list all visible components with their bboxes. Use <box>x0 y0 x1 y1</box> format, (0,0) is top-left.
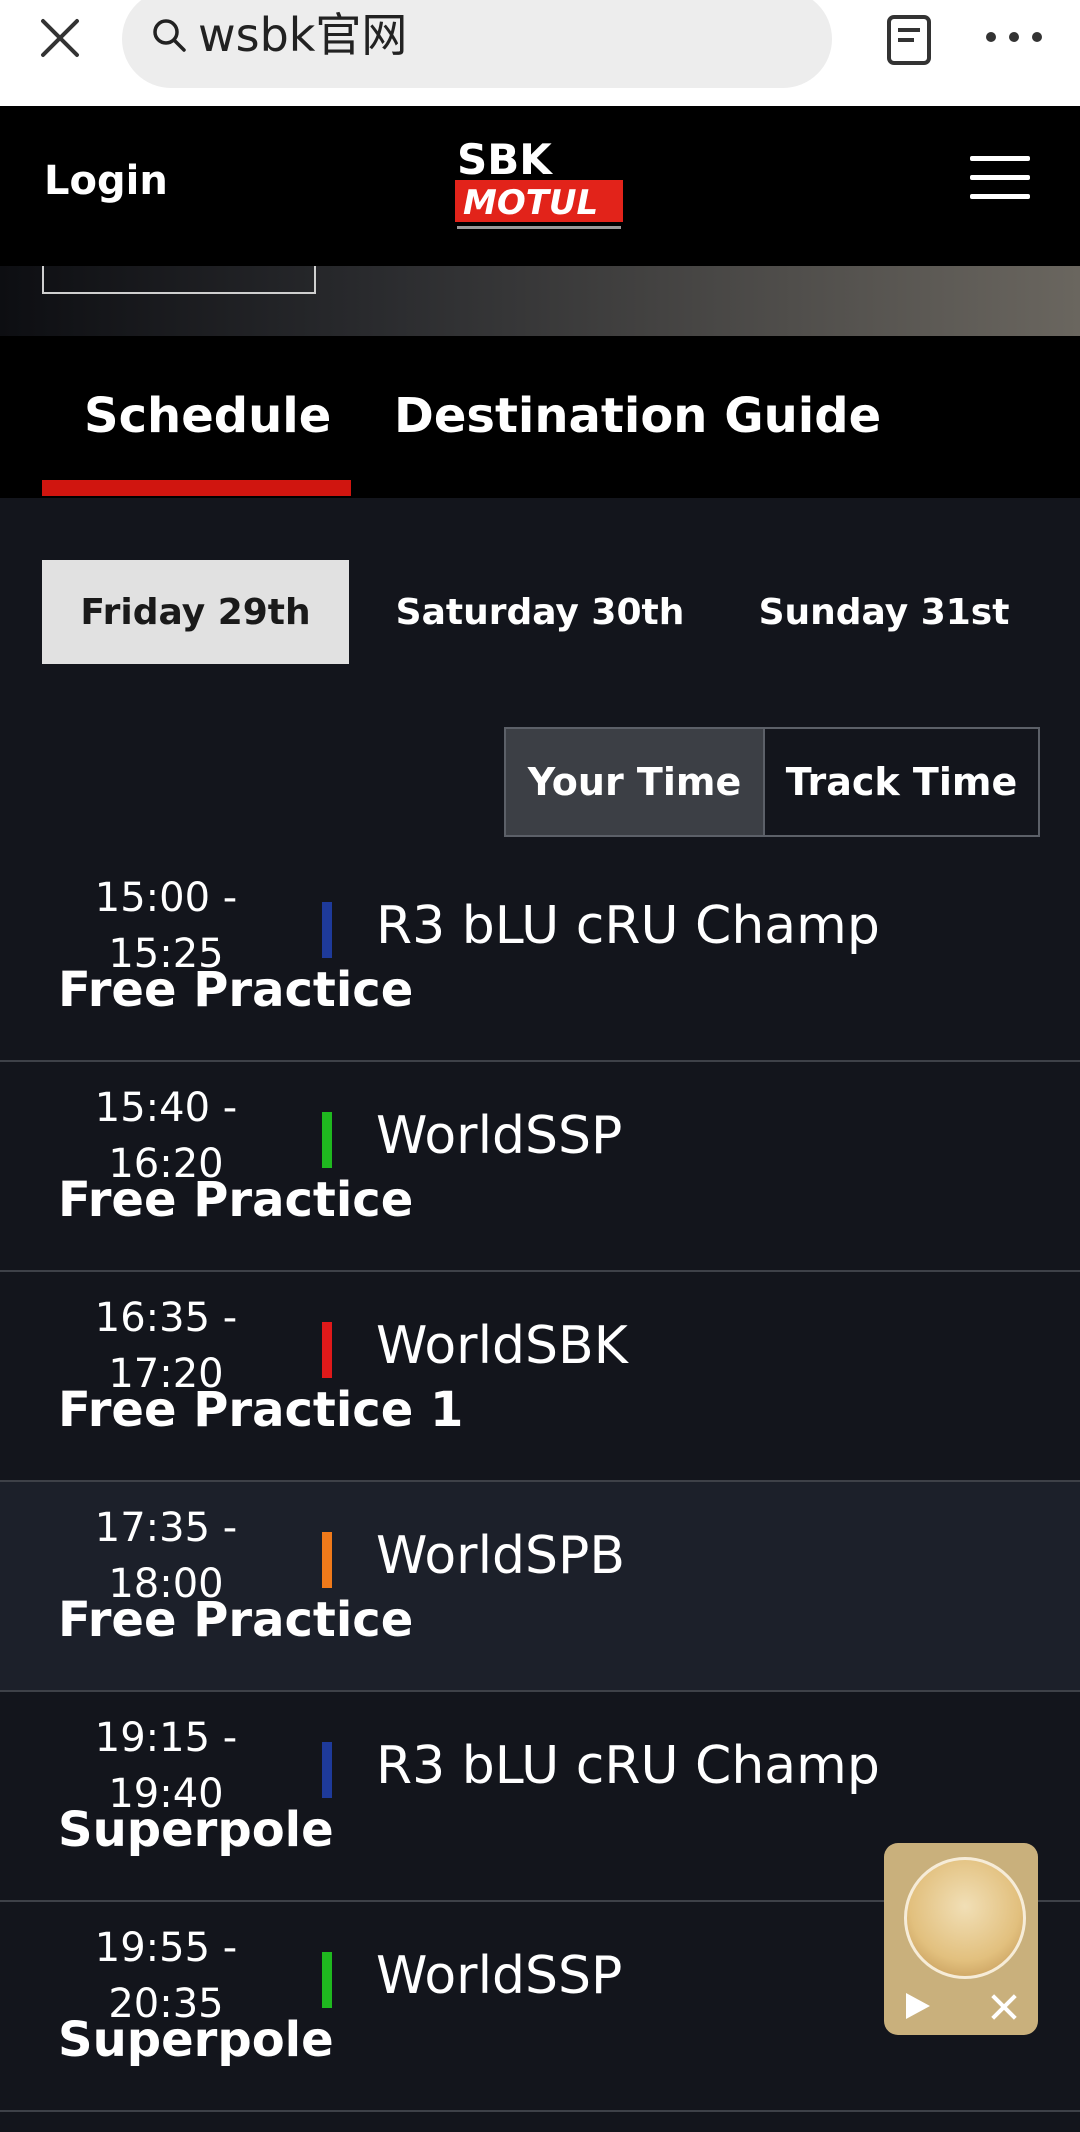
series-name: R3 bLU cRU Champ <box>376 1736 880 1796</box>
series-name: WorldSSP <box>376 1946 623 2006</box>
series-name: WorldSPB <box>376 1526 626 1586</box>
series-color-bar <box>322 1322 332 1378</box>
active-tab-indicator <box>42 480 351 496</box>
search-icon <box>153 19 186 52</box>
series-color-bar <box>322 1742 332 1798</box>
session-name: Free Practice <box>58 962 414 1018</box>
session-time-start: 19:15 - <box>94 1715 238 1761</box>
floating-media-widget[interactable] <box>884 1843 1038 2035</box>
session-name: Free Practice <box>58 1592 414 1648</box>
session-time-start: 16:35 - <box>94 1295 238 1341</box>
schedule-row[interactable]: 15:40 - 16:20 WorldSSP Free Practice <box>0 1062 1080 1272</box>
series-name: WorldSSP <box>376 1106 623 1166</box>
hamburger-menu-icon[interactable] <box>970 156 1030 202</box>
address-bar[interactable]: wsbk官网 <box>122 0 832 88</box>
session-time-start: 15:00 - <box>94 875 238 921</box>
series-name: R3 bLU cRU Champ <box>376 896 880 956</box>
login-link[interactable]: Login <box>44 158 168 204</box>
logo-sbk-text: SBK <box>457 136 553 184</box>
series-color-bar <box>322 1952 332 2008</box>
day-saturday[interactable]: Saturday 30th <box>370 560 710 664</box>
tabs-bar: Schedule Destination Guide <box>0 336 1080 498</box>
schedule-row[interactable]: 15:00 - 15:25 R3 bLU cRU Champ Free Prac… <box>0 852 1080 1062</box>
session-name: Superpole <box>58 2012 334 2068</box>
site-header: Login SBK MOTUL <box>0 106 1080 266</box>
track-time-button[interactable]: Track Time <box>763 729 1038 835</box>
series-name: WorldSBK <box>376 1316 628 1376</box>
media-thumbnail[interactable] <box>904 1857 1026 1979</box>
series-color-bar <box>322 902 332 958</box>
browser-toolbar: wsbk官网 <box>0 0 1080 106</box>
address-text: wsbk官网 <box>198 8 408 62</box>
session-time-start: 17:35 - <box>94 1505 238 1551</box>
your-time-button[interactable]: Your Time <box>506 729 764 835</box>
more-options-icon[interactable] <box>984 30 1044 44</box>
reader-mode-icon[interactable] <box>886 14 932 66</box>
series-color-bar <box>322 1112 332 1168</box>
tab-destination-guide[interactable]: Destination Guide <box>394 388 881 444</box>
hero-image <box>0 266 1080 336</box>
sbk-motul-logo[interactable]: SBK MOTUL <box>455 136 623 234</box>
close-icon[interactable] <box>38 16 82 60</box>
tab-schedule[interactable]: Schedule <box>84 388 331 444</box>
session-name: Superpole <box>58 1802 334 1858</box>
schedule-row[interactable]: 16:35 - 17:20 WorldSBK Free Practice 1 <box>0 1272 1080 1482</box>
play-icon[interactable] <box>902 1991 932 2021</box>
time-toggle: Your Time Track Time <box>504 727 1040 837</box>
session-time-start: 19:55 - <box>94 1925 238 1971</box>
session-time-start: 15:40 - <box>94 1085 238 1131</box>
session-name: Free Practice <box>58 1172 414 1228</box>
series-color-bar <box>322 1532 332 1588</box>
schedule-row[interactable]: 17:35 - 18:00 WorldSPB Free Practice <box>0 1482 1080 1692</box>
hero-button-edge <box>42 266 316 294</box>
day-sunday[interactable]: Sunday 31st <box>730 560 1038 664</box>
session-name: Free Practice 1 <box>58 1382 464 1438</box>
day-friday[interactable]: Friday 29th <box>42 560 349 664</box>
close-widget-icon[interactable] <box>990 1993 1018 2021</box>
logo-motul-text: MOTUL <box>463 183 598 223</box>
